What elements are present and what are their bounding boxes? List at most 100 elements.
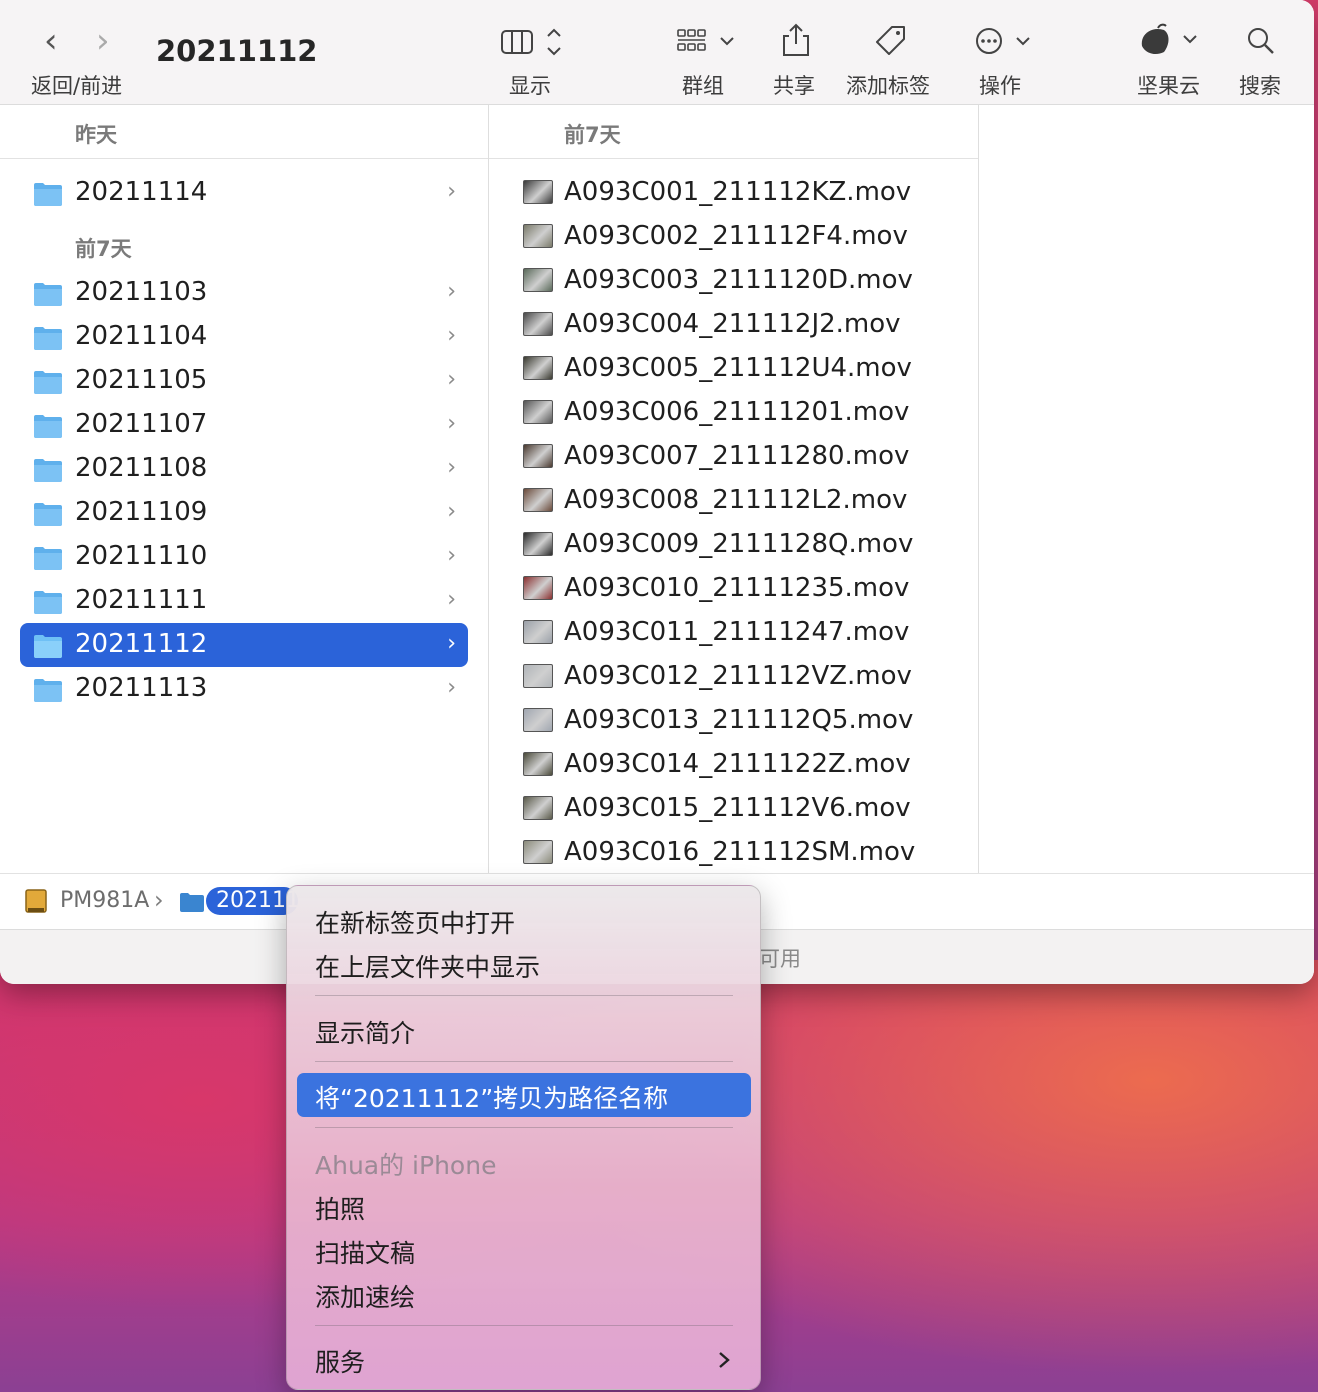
menu-separator [315,1061,733,1062]
file-row[interactable]: A093C014_2111122Z.mov [520,743,960,787]
file-name: A093C013_211112Q5.mov [564,705,914,735]
file-name: A093C012_211112VZ.mov [564,661,912,691]
file-row[interactable]: A093C007_21111280.mov [520,435,960,479]
nutstore-button[interactable] [1138,22,1204,58]
view-button[interactable] [500,26,566,58]
chevron-right-icon: › [447,587,456,612]
column-header-label: 前7天 [564,123,621,147]
file-row[interactable]: A093C001_211112KZ.mov [520,171,960,215]
folder-icon [34,415,62,438]
menu-separator [315,1127,733,1128]
file-name: A093C016_211112SM.mov [564,837,916,867]
chevron-right-icon [719,1352,730,1368]
path-folder-selected[interactable]: 2021111 [206,887,298,915]
chevron-right-icon: › [447,543,456,568]
folder-name: 20211112 [75,629,208,659]
menu-item-take-photo[interactable]: 拍照 [315,1190,365,1226]
forward-button[interactable]: › [96,24,110,58]
section-label: 前7天 [75,237,132,261]
file-row[interactable]: A093C006_21111201.mov [520,391,960,435]
folder-row[interactable]: 20211104 › [20,315,468,359]
video-thumbnail-icon [523,752,553,776]
folder-row[interactable]: 20211105 › [20,359,468,403]
video-thumbnail-icon [523,664,553,688]
folder-icon [34,283,62,306]
file-row[interactable]: A093C002_211112F4.mov [520,215,960,259]
context-menu: 在新标签页中打开 在上层文件夹中显示 显示简介 将“20211112”拷贝为路径… [286,885,761,1390]
file-row[interactable]: A093C008_211112L2.mov [520,479,960,523]
file-row[interactable]: A093C004_211112J2.mov [520,303,960,347]
video-thumbnail-icon [523,576,553,600]
menu-item-open-new-tab[interactable]: 在新标签页中打开 [315,904,515,940]
file-name: A093C002_211112F4.mov [564,221,908,251]
nutstore-label: 坚果云 [1137,74,1200,98]
menu-item-show-in-parent[interactable]: 在上层文件夹中显示 [315,948,540,984]
columns-icon [501,28,561,56]
empty-column [979,105,1314,873]
chevron-right-icon: › [447,455,456,480]
chevron-right-icon: › [447,675,456,700]
file-row[interactable]: A093C009_2111128Q.mov [520,523,960,567]
video-thumbnail-icon [523,400,553,424]
share-button[interactable] [780,22,812,58]
menu-item-services[interactable]: 服务 [297,1337,751,1381]
folder-row[interactable]: 20211112 › [20,623,468,667]
video-thumbnail-icon [523,532,553,556]
video-thumbnail-icon [523,180,553,204]
file-row[interactable]: A093C003_2111120D.mov [520,259,960,303]
menu-separator [315,995,733,996]
chevron-right-icon: › [447,499,456,524]
folder-icon [34,679,62,702]
nav-label: 返回/前进 [31,74,123,98]
tag-button[interactable] [874,24,908,58]
video-thumbnail-icon [523,444,553,468]
back-button[interactable]: ‹ [44,24,58,58]
file-row[interactable]: A093C010_21111235.mov [520,567,960,611]
folder-row[interactable]: 20211114 › [20,171,468,215]
view-label: 显示 [509,74,551,98]
folder-name: 20211107 [75,409,208,439]
file-row[interactable]: A093C005_211112U4.mov [520,347,960,391]
tag-icon [876,26,905,55]
file-row[interactable]: A093C013_211112Q5.mov [520,699,960,743]
share-label: 共享 [773,74,815,98]
folder-row[interactable]: 20211110 › [20,535,468,579]
folder-icon [34,635,62,658]
folder-icon [34,183,62,206]
chevron-right-icon: › [447,279,456,304]
video-thumbnail-icon [523,312,553,336]
folder-name: 20211104 [75,321,208,351]
search-label: 搜索 [1239,74,1281,98]
menu-item-copy-path[interactable]: 将“20211112”拷贝为路径名称 [297,1073,751,1117]
path-drive[interactable]: PM981A [60,888,149,913]
chevron-right-icon: › [447,411,456,436]
file-row[interactable]: A093C016_211112SM.mov [520,831,960,875]
file-name: A093C014_2111122Z.mov [564,749,911,779]
more-icon [976,28,1030,54]
folder-row[interactable]: 20211107 › [20,403,468,447]
group-label: 群组 [682,74,724,98]
folder-row[interactable]: 20211113 › [20,667,468,711]
folder-name: 20211103 [75,277,208,307]
folder-row[interactable]: 20211103 › [20,271,468,315]
folder-icon [34,327,62,350]
menu-item-get-info[interactable]: 显示简介 [315,1014,415,1050]
video-thumbnail-icon [523,356,553,380]
folder-row[interactable]: 20211109 › [20,491,468,535]
file-row[interactable]: A093C011_21111247.mov [520,611,960,655]
column-header-label: 昨天 [75,123,117,147]
folder-icon [180,893,204,912]
menu-separator [315,1325,733,1326]
folder-row[interactable]: 20211111 › [20,579,468,623]
share-icon [783,23,809,56]
folder-row[interactable]: 20211108 › [20,447,468,491]
folder-icon [34,547,62,570]
file-row[interactable]: A093C015_211112V6.mov [520,787,960,831]
menu-item-add-sketch[interactable]: 添加速绘 [315,1278,415,1314]
menu-item-scan-documents[interactable]: 扫描文稿 [315,1234,415,1270]
action-button[interactable] [974,26,1034,58]
group-button[interactable] [676,26,738,58]
file-row[interactable]: A093C012_211112VZ.mov [520,655,960,699]
folder-name: 20211111 [75,585,208,615]
search-button[interactable] [1246,26,1276,56]
